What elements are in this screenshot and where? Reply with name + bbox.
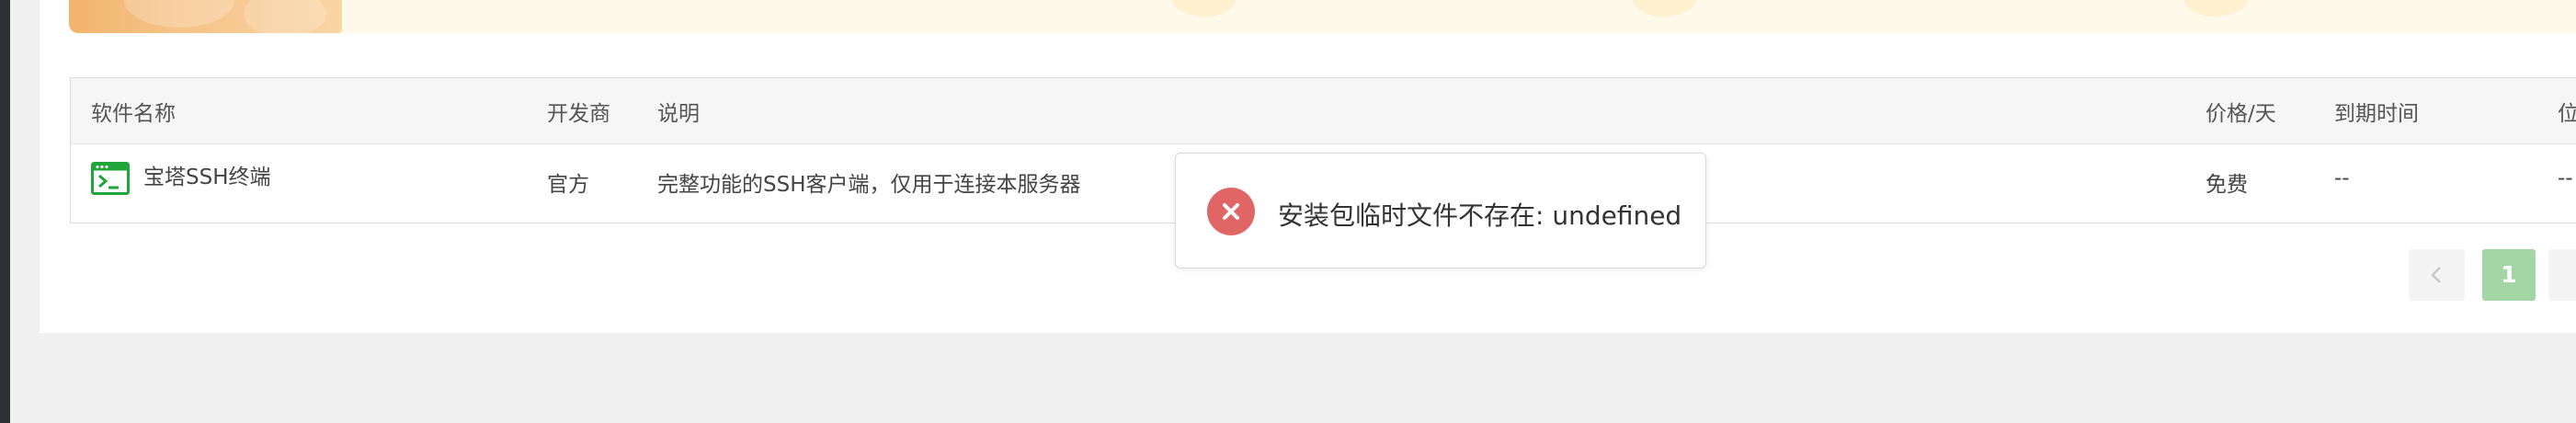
toast-message: 安装包临时文件不存在: undefined	[1278, 200, 1682, 231]
sidebar-edge	[0, 0, 10, 423]
software-name[interactable]: 宝塔SSH终端	[143, 159, 271, 190]
header-price: 价格/天	[2206, 102, 2276, 126]
pagination-next-button[interactable]	[2548, 249, 2576, 301]
banner-decoration	[1632, 0, 1696, 17]
banner-illustration	[69, 0, 342, 33]
terminal-icon	[91, 162, 130, 195]
error-toast: 安装包临时文件不存在: undefined	[1175, 153, 1706, 269]
table-header: 软件名称 开发商 说明 价格/天 到期时间 位	[71, 78, 2576, 144]
chevron-left-icon	[2431, 267, 2441, 283]
banner-decoration	[2183, 0, 2248, 17]
pagination-prev-button[interactable]	[2409, 249, 2465, 301]
description-value: 完整功能的SSH客户端，仅用于连接本服务器	[657, 173, 1081, 197]
promo-banner[interactable]	[69, 0, 2576, 33]
error-x-icon	[1207, 188, 1255, 235]
position-value: --	[2558, 166, 2573, 190]
pagination-page-1[interactable]: 1	[2482, 249, 2536, 301]
expiry-value: --	[2334, 166, 2350, 190]
header-software-name: 软件名称	[91, 102, 176, 126]
header-description: 说明	[657, 102, 700, 126]
banner-decoration	[1172, 0, 1237, 17]
developer-value: 官方	[547, 173, 589, 197]
header-expiry: 到期时间	[2334, 102, 2419, 126]
header-position: 位	[2558, 102, 2576, 126]
price-value: 免费	[2206, 173, 2248, 197]
header-developer: 开发商	[547, 102, 610, 126]
